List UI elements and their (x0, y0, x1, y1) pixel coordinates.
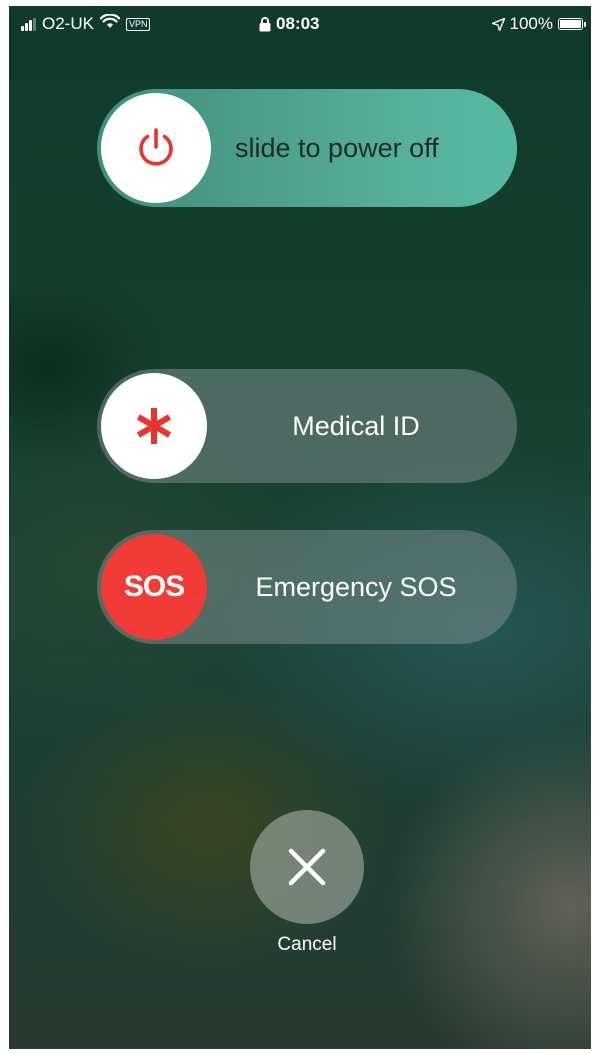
lock-screen: O2-UK VPN 08:03 100% slide to power off … (9, 6, 591, 1049)
status-bar: O2-UK VPN 08:03 100% (9, 6, 591, 42)
status-center: 08:03 (259, 14, 319, 34)
sos-slider-knob[interactable]: SOS (101, 534, 207, 640)
close-icon (288, 848, 326, 886)
lock-icon (259, 16, 271, 31)
emergency-sos-slider[interactable]: SOS Emergency SOS (97, 530, 517, 644)
wifi-icon (99, 13, 121, 34)
signal-icon (21, 17, 37, 31)
medical-id-slider[interactable]: Medical ID (97, 369, 517, 483)
asterisk-icon (136, 408, 172, 444)
power-icon (139, 128, 173, 166)
vpn-badge: VPN (125, 17, 151, 31)
power-slider-label: slide to power off (235, 132, 439, 163)
sos-knob-text: SOS (123, 570, 185, 603)
medical-slider-label: Medical ID (292, 410, 420, 441)
battery-percent: 100% (509, 14, 553, 33)
carrier-name: O2-UK (42, 14, 94, 33)
status-right: 100% (491, 14, 586, 34)
battery-icon (558, 18, 586, 30)
cancel-label: Cancel (277, 934, 337, 955)
cancel-button[interactable] (250, 810, 364, 924)
power-off-slider[interactable]: slide to power off (97, 89, 517, 207)
status-time: 08:03 (276, 14, 320, 33)
battery-fill (560, 20, 581, 28)
sos-slider-label: Emergency SOS (255, 571, 457, 602)
cancel-control: Cancel (249, 810, 365, 956)
location-arrow-icon (491, 17, 505, 31)
medical-slider-knob[interactable] (101, 373, 207, 479)
power-slider-knob[interactable] (101, 93, 211, 203)
status-left: O2-UK VPN (21, 13, 151, 34)
